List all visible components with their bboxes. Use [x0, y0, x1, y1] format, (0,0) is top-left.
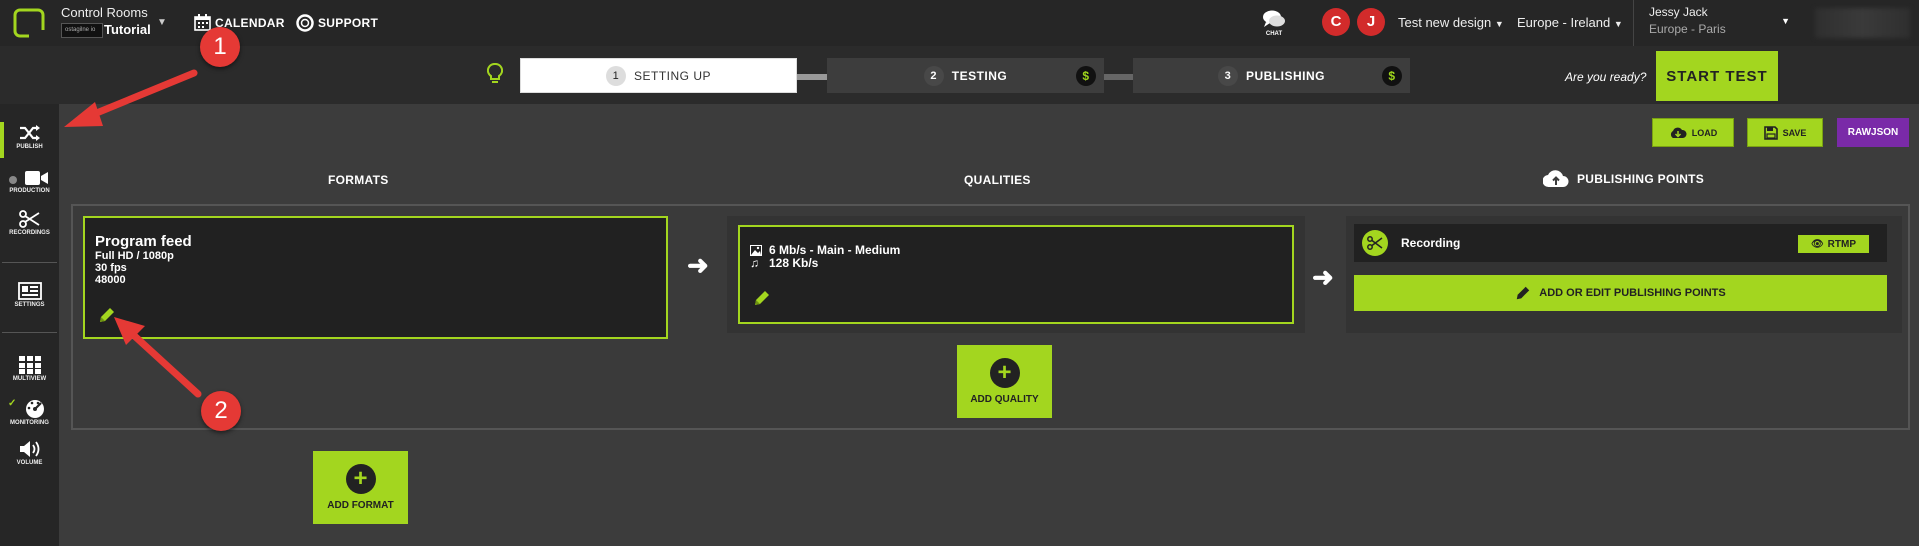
- annotation-arrows: [64, 69, 202, 398]
- annotation-badge: 1: [200, 27, 240, 67]
- annotation-badge: 2: [201, 391, 241, 431]
